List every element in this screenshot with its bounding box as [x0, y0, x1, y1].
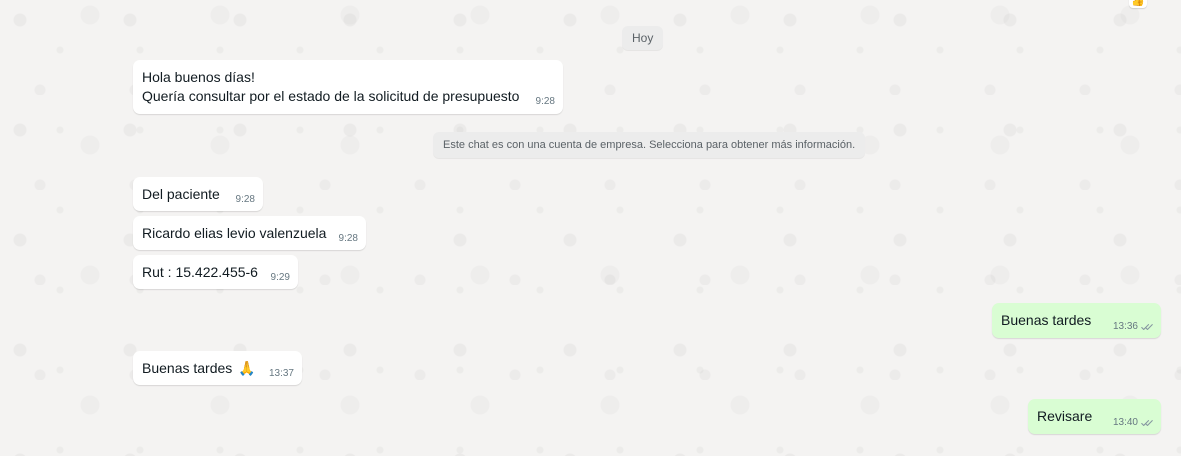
message-line: Quería consultar por el estado de la sol…: [142, 88, 520, 104]
thumbs-up-icon[interactable]: 👍: [1129, 0, 1147, 8]
outgoing-message[interactable]: Buenas tardes 13:36: [992, 303, 1161, 338]
outgoing-message[interactable]: Revisare 13:40: [1028, 399, 1161, 434]
business-account-notice-text: Este chat es con una cuenta de empresa. …: [443, 139, 856, 151]
read-double-check-icon: [1141, 420, 1153, 426]
incoming-message[interactable]: Rut : 15.422.455-6 9:29: [133, 255, 298, 289]
message-line: Hola buenos días!: [142, 69, 255, 85]
message-time: 9:29: [270, 272, 290, 283]
read-double-check-icon: [1141, 324, 1153, 330]
message-meta: 13:40: [1113, 417, 1153, 429]
message-time: 9:28: [338, 233, 358, 244]
business-account-notice[interactable]: Este chat es con una cuenta de empresa. …: [433, 132, 866, 158]
message-time: 13:37: [268, 368, 294, 379]
incoming-message[interactable]: Ricardo elias levio valenzuela 9:28: [133, 216, 366, 250]
praying-hands-emoji-icon: 🙏: [238, 360, 256, 376]
incoming-message[interactable]: Del paciente 9:28: [133, 177, 263, 211]
message-text: Ricardo elias levio valenzuela: [142, 225, 327, 241]
incoming-message[interactable]: Hola buenos días! Quería consultar por e…: [133, 60, 563, 114]
message-time: 9:28: [235, 194, 255, 205]
date-separator: Hoy: [622, 26, 664, 50]
message-text: Buenas tardes: [142, 360, 233, 376]
incoming-message[interactable]: Buenas tardes 🙏 13:37: [133, 351, 302, 385]
message-time: 13:36: [1112, 321, 1138, 332]
message-meta: 13:36: [1113, 321, 1153, 333]
message-time: 9:28: [535, 96, 555, 107]
message-time: 13:40: [1112, 417, 1138, 428]
date-separator-label: Hoy: [632, 31, 654, 45]
message-text: Rut : 15.422.455-6: [142, 264, 258, 280]
